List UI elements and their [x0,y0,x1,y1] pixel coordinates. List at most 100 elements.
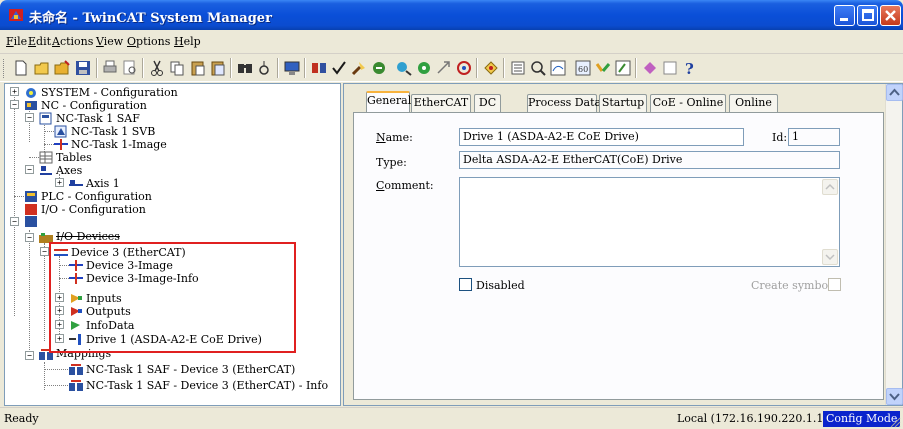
status-text: Ready [4,412,39,425]
open-folder-icon[interactable] [33,59,51,77]
create-symbols-checkbox[interactable] [828,278,841,291]
tab-dc[interactable]: DC [474,94,501,112]
config-mode-icon[interactable] [415,59,433,77]
comment-field[interactable] [459,177,840,267]
menu-edit[interactable]: Edit [28,35,51,48]
tree-item-nc-task-svb[interactable]: NC-Task 1 SVB [71,125,155,138]
detail-pane: General EtherCAT DC Process Data Startup… [343,83,903,406]
tab-general[interactable]: General [366,91,411,113]
comment-label: Comment: [376,179,434,192]
close-button[interactable] [880,5,901,26]
activate-configuration-icon[interactable] [350,59,368,77]
toolbar-separator [476,58,478,78]
tree-item-system[interactable]: SYSTEM - Configuration [41,86,178,99]
solution-tree[interactable]: + SYSTEM - Configuration − NC - Configur… [4,83,341,406]
expand-toggle[interactable]: + [55,178,64,187]
tree-item-tables[interactable]: Tables [56,151,92,164]
print-preview-icon[interactable] [121,59,139,77]
tree-item-io[interactable]: I/O - Configuration [41,203,146,216]
target-icon[interactable] [455,59,473,77]
tree-item-nc-task-image[interactable]: NC-Task 1-Image [71,138,167,151]
freerun-icon[interactable] [435,59,453,77]
tab-startup[interactable]: Startup [599,94,647,112]
scope-view-icon[interactable] [549,59,567,77]
menu-view[interactable]: View [96,35,123,48]
tree-item-mapping-2[interactable]: NC-Task 1 SAF - Device 3 (EtherCAT) - In… [86,379,328,392]
expand-toggle[interactable]: + [10,87,19,96]
scan-devices-icon[interactable] [395,59,413,77]
scroll-down-button[interactable] [886,388,903,405]
tree-connector [44,243,45,341]
paste-icon[interactable] [189,59,207,77]
tab-online[interactable]: Online [729,94,778,112]
nc-task-icon [39,112,52,125]
collapse-toggle[interactable]: − [25,233,34,242]
tree-item-mapping-1[interactable]: NC-Task 1 SAF - Device 3 (EtherCAT) [86,363,295,376]
menu-actions[interactable]: Actions [52,35,93,48]
comment-scroll-down[interactable] [822,249,838,265]
restart-twincat-icon[interactable] [370,59,388,77]
id-field[interactable]: 1 [788,128,840,146]
highlight-box [49,242,296,353]
copy-icon[interactable] [168,59,186,77]
generate-mappings-icon[interactable] [310,59,328,77]
license-icon[interactable] [641,59,659,77]
plc-config-icon [25,191,37,202]
collapse-toggle[interactable]: − [25,165,34,174]
name-field[interactable]: Drive 1 (ASDA-A2-E CoE Drive) [459,128,744,146]
menu-file[interactable]: File [6,35,27,48]
twincat-app-icon[interactable] [8,7,24,23]
resize-grip-icon[interactable] [888,415,901,428]
zoom-icon[interactable] [529,59,547,77]
open-folder-2-icon[interactable] [53,59,71,77]
link-variable-icon[interactable] [594,59,612,77]
detail-vertical-scrollbar[interactable] [885,84,903,405]
help-icon[interactable]: ? [681,59,699,77]
disabled-checkbox[interactable] [459,278,472,291]
tree-item-axis-1[interactable]: Axis 1 [86,177,120,190]
menu-options[interactable]: Options [127,35,170,48]
io-config-icon [25,204,37,227]
toolbar-separator [277,58,279,78]
collapse-toggle[interactable]: − [40,247,49,256]
maximize-button[interactable] [857,5,878,26]
tree-item-axes[interactable]: Axes [56,164,82,177]
about-icon[interactable] [661,59,679,77]
comment-scroll-up[interactable] [822,179,838,195]
toolbar-grip[interactable] [3,59,6,78]
cut-icon[interactable] [148,59,166,77]
menu-help[interactable]: Help [174,35,201,48]
online-values-icon[interactable]: 60 [574,59,592,77]
force-value-icon[interactable] [614,59,632,77]
collapse-toggle[interactable]: − [25,351,34,360]
tree-item-nc[interactable]: NC - Configuration [41,99,147,112]
monitor-icon[interactable] [283,59,301,77]
tab-coe-online[interactable]: CoE - Online [650,94,726,112]
collapse-toggle[interactable]: − [10,100,19,109]
tab-ethercat[interactable]: EtherCAT [411,94,471,112]
tables-icon [39,151,53,164]
create-symbols-label: Create symbols [751,279,838,292]
type-field[interactable]: Delta ASDA-A2-E EtherCAT(CoE) Drive [459,151,840,169]
tab-process-data[interactable]: Process Data [527,94,601,112]
image-icon [54,139,68,150]
paste-special-icon[interactable] [209,59,227,77]
find-next-icon[interactable] [256,59,274,77]
collapse-toggle[interactable]: − [25,113,34,122]
tree-connector [44,385,68,386]
check-configuration-icon[interactable] [330,59,348,77]
local-target-status: Local (172.16.190.220.1.1) [677,412,828,425]
print-icon[interactable] [101,59,119,77]
tree-item-nc-task[interactable]: NC-Task 1 SAF [56,112,140,125]
find-icon[interactable] [236,59,254,77]
save-icon[interactable] [74,59,92,77]
status-bar: Ready Local (172.16.190.220.1.1) Config … [0,407,903,429]
nc-config-icon [25,101,37,110]
collapse-toggle[interactable]: − [10,217,19,226]
choose-target-icon[interactable] [482,59,500,77]
minimize-button[interactable] [834,5,855,26]
tree-item-plc[interactable]: PLC - Configuration [41,190,152,203]
show-sub-items-icon[interactable] [509,59,527,77]
scroll-up-button[interactable] [886,84,903,101]
new-file-icon[interactable] [12,59,30,77]
